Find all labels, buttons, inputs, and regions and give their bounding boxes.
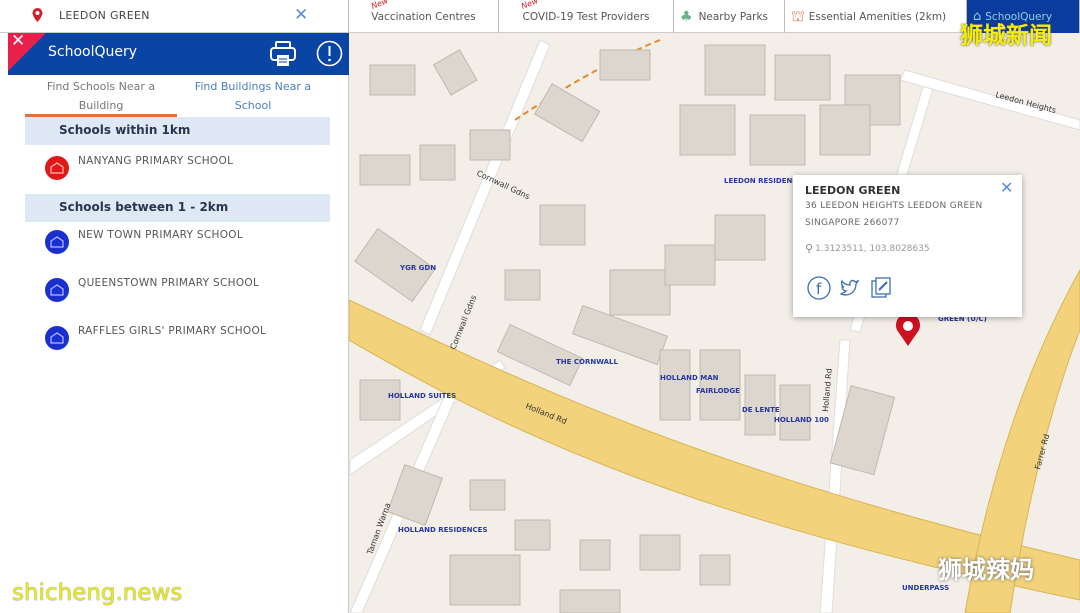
school-item[interactable]: QUEENSTOWN PRIMARY SCHOOL [45,277,260,302]
tab-essential-amenities[interactable]: ⛫ Essential Amenities (2km) [785,0,967,33]
tab-find-buildings-near-school[interactable]: Find Buildings Near a School [177,77,329,117]
road-label: Holland Rd [821,368,834,412]
map-layer: LEEDON RESIDENCE THE CORNWALL HOLLAND MA… [349,39,1080,613]
schoolquery-panel: ✕ SchoolQuery Find Schools Near a Buildi… [0,31,349,613]
tab-label: COVID-19 Test Providers [522,10,650,23]
new-badge: New [369,0,390,11]
map-label: HOLLAND SUITES [388,392,456,400]
tab-vaccination-centres[interactable]: New Vaccination Centres [349,0,499,33]
top-bar: LEEDON GREEN ✕ New Vaccination Centres Ne… [0,0,1080,33]
twitter-icon[interactable] [838,276,862,300]
school-item[interactable]: NANYANG PRIMARY SCHOOL [45,155,234,180]
school-name: NANYANG PRIMARY SCHOOL [78,155,234,167]
tab-nearby-parks[interactable]: ♣ Nearby Parks [674,0,785,33]
school-item[interactable]: NEW TOWN PRIMARY SCHOOL [45,229,243,254]
map-label: HOLLAND MAN [660,374,719,382]
close-icon[interactable]: ✕ [11,31,25,51]
tree-icon: ♣ [680,8,693,25]
search-input[interactable]: LEEDON GREEN [59,9,150,22]
tab-find-schools-near-building[interactable]: Find Schools Near a Building [25,77,177,117]
map-label: HOLLAND RESIDENCES [398,526,487,534]
clear-search-icon[interactable]: ✕ [294,5,308,25]
map-label: LEEDON RESIDENCE [724,177,802,185]
school-name: NEW TOWN PRIMARY SCHOOL [78,229,243,241]
school-icon [45,326,69,350]
info-icon[interactable] [316,40,343,67]
popup-address: 36 LEEDON HEIGHTS LEEDON GREEN [805,201,983,211]
school-icon [45,156,69,180]
watermark-top: 狮城新闻 [960,23,1052,49]
share-link-icon[interactable] [870,276,892,300]
panel-title: SchoolQuery [48,44,138,60]
section-heading: Schools within 1km [25,117,330,145]
svg-text:f: f [816,280,822,298]
popup-title: LEEDON GREEN [805,184,901,197]
print-icon[interactable] [269,40,297,68]
map-canvas[interactable]: LEEDON RESIDENCE THE CORNWALL HOLLAND MA… [349,33,1080,613]
close-popup-icon[interactable]: ✕ [1000,178,1013,197]
amenities-icon: ⛫ [791,6,805,25]
map-label: DE LENTE [742,406,780,414]
watermark-bottom-right: 狮城辣妈 [938,556,1034,584]
tab-label: Nearby Parks [698,10,769,23]
popup-postal: SINGAPORE 266077 [805,218,900,228]
new-badge: New [519,0,540,11]
map-label: HOLLAND 100 [774,416,829,424]
map-label: FAIRLODGE [696,387,740,395]
popup-coordinates: 1.3123511, 103.8028635 [815,243,930,254]
location-marker-icon[interactable] [896,313,920,346]
school-icon [45,278,69,302]
school-name: QUEENSTOWN PRIMARY SCHOOL [78,277,260,289]
location-pin-icon: ⚲ [805,242,814,255]
section-heading: Schools between 1 - 2km [25,194,330,222]
map-label: THE CORNWALL [556,358,618,366]
panel-header: ✕ SchoolQuery [8,31,349,75]
tab-label: Essential Amenities (2km) [808,10,947,23]
map-label: UNDERPASS [902,584,949,592]
tab-label: Vaccination Centres [371,10,476,23]
search-field[interactable]: LEEDON GREEN ✕ [0,0,349,33]
location-popup: LEEDON GREEN ✕ 36 LEEDON HEIGHTS LEEDON … [793,175,1022,317]
watermark-bottom-left: shicheng.news [12,580,183,606]
road-label: Cornwall Gdns [449,294,479,351]
school-item[interactable]: RAFFLES GIRLS' PRIMARY SCHOOL [45,325,267,350]
location-pin-icon [32,8,43,22]
school-icon [45,230,69,254]
school-name: RAFFLES GIRLS' PRIMARY SCHOOL [78,325,267,337]
map-label: YGR GDN [399,264,436,272]
tab-covid-test-providers[interactable]: New COVID-19 Test Providers [499,0,674,33]
facebook-icon[interactable]: f [807,276,831,300]
